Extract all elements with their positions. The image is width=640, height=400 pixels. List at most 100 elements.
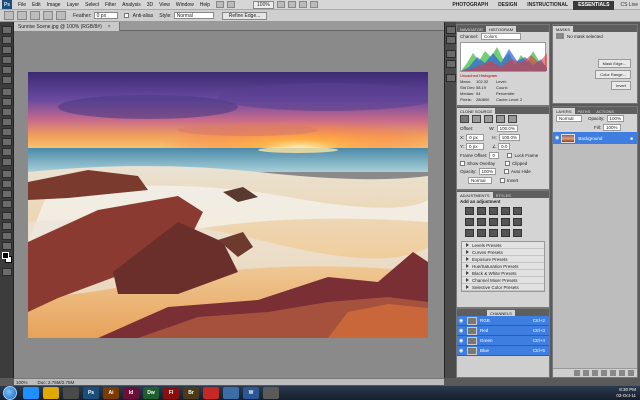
flash-icon[interactable]: Fl: [163, 387, 179, 399]
layer-blend-select[interactable]: Normal: [556, 115, 582, 122]
path-selection-tool-icon[interactable]: [2, 190, 12, 198]
zoom-tool-icon[interactable]: [287, 1, 296, 8]
workspace-design[interactable]: DESIGN: [493, 2, 522, 8]
lasso-tool-icon[interactable]: [2, 46, 12, 54]
clipped-checkbox[interactable]: [505, 161, 511, 166]
height-scale-input[interactable]: 100.0%: [498, 134, 521, 141]
menu-file[interactable]: File: [15, 2, 29, 8]
clock-date[interactable]: 03-Oct-11: [616, 393, 636, 399]
tab-channels[interactable]: CHANNELS: [487, 310, 515, 316]
add-selection-icon[interactable]: [30, 11, 40, 20]
hand-tool-icon[interactable]: [2, 232, 12, 240]
minibridge-icon[interactable]: [227, 1, 236, 8]
tab-histogram[interactable]: HISTOGRAM: [485, 26, 517, 32]
channel-row-green[interactable]: ◉ Green Ctrl+4: [457, 336, 549, 346]
pen-tool-icon[interactable]: [2, 170, 12, 178]
app2-icon[interactable]: [263, 387, 279, 399]
photoshop-icon[interactable]: Ps: [83, 387, 99, 399]
zoom-level-select[interactable]: 100%: [253, 0, 274, 9]
photoshop-logo-icon[interactable]: Ps: [2, 0, 12, 9]
marquee-tool-icon[interactable]: [2, 36, 12, 44]
tab-paths[interactable]: PATHS: [575, 108, 594, 114]
gradient-map-icon[interactable]: [501, 229, 510, 237]
preset-selective-color[interactable]: Selective Color Presets: [462, 284, 544, 291]
style-select[interactable]: Normal: [173, 12, 214, 19]
menu-edit[interactable]: Edit: [29, 2, 44, 8]
angle-input[interactable]: 0.0: [498, 143, 511, 150]
offset-y-input[interactable]: 0 px: [466, 143, 485, 150]
paragraph-panel-icon[interactable]: [446, 60, 456, 68]
selective-color-icon[interactable]: [513, 229, 522, 237]
overlay-opacity-input[interactable]: 100%: [478, 168, 497, 175]
hand-tool-icon[interactable]: [276, 1, 285, 8]
tab-masks[interactable]: MASKS: [553, 26, 574, 32]
invert-adjust-icon[interactable]: [465, 229, 474, 237]
preset-black-white[interactable]: Black & White Presets: [462, 270, 544, 277]
menu-help[interactable]: Help: [197, 2, 213, 8]
curves-icon[interactable]: [489, 207, 498, 215]
illustrator-icon[interactable]: Ai: [103, 387, 119, 399]
channel-select[interactable]: Colors: [481, 33, 522, 40]
eraser-tool-icon[interactable]: [2, 128, 12, 136]
history-panel-icon[interactable]: [446, 26, 456, 34]
delete-layer-icon[interactable]: [628, 370, 634, 376]
app-icon[interactable]: [223, 387, 239, 399]
type-tool-icon[interactable]: [2, 180, 12, 188]
preset-channel-mixer[interactable]: Channel Mixer Presets: [462, 277, 544, 284]
eye-icon[interactable]: ◉: [555, 135, 559, 141]
eye-icon[interactable]: ◉: [459, 348, 465, 354]
bridge-icon[interactable]: Br: [183, 387, 199, 399]
clone-source-4-icon[interactable]: [496, 115, 505, 123]
workspace-instructional[interactable]: INSTRUCTIONAL: [522, 2, 573, 8]
channel-row-blue[interactable]: ◉ Blue Ctrl+5: [457, 346, 549, 356]
invert-checkbox[interactable]: [500, 178, 505, 183]
exposure-icon[interactable]: [501, 207, 510, 215]
document-tab[interactable]: Sunrise Scene.jpg @ 100% (RGB/8#) ×: [14, 22, 120, 31]
menu-3d[interactable]: 3D: [144, 2, 156, 8]
channel-row-red[interactable]: ◉ Red Ctrl+3: [457, 326, 549, 336]
media-icon[interactable]: [63, 387, 79, 399]
word-icon[interactable]: W: [243, 387, 259, 399]
shape-tool-icon[interactable]: [2, 200, 12, 208]
eye-icon[interactable]: ◉: [459, 328, 465, 334]
status-zoom[interactable]: 100%: [16, 380, 28, 385]
brush-panel-icon[interactable]: [446, 36, 456, 44]
mask-edge-button[interactable]: Mask Edge...: [597, 59, 631, 68]
feather-input[interactable]: 0 px: [93, 12, 118, 19]
move-tool-icon[interactable]: [2, 26, 12, 34]
quick-mask-icon[interactable]: [2, 268, 12, 276]
channel-row-rgb[interactable]: ◉ RGB Ctrl+2: [457, 316, 549, 326]
start-button-icon[interactable]: [3, 386, 17, 400]
intersect-selection-icon[interactable]: [56, 11, 66, 20]
zoom-tool-icon[interactable]: [2, 242, 12, 250]
screen-mode-icon[interactable]: [309, 1, 318, 8]
clone-source-3-icon[interactable]: [484, 115, 493, 123]
marquee-tool-icon[interactable]: [4, 11, 14, 20]
show-overlay-checkbox[interactable]: [460, 161, 465, 166]
width-scale-input[interactable]: 100.0%: [496, 125, 518, 132]
3d-orbit-tool-icon[interactable]: [2, 222, 12, 230]
dreamweaver-icon[interactable]: Dw: [143, 387, 159, 399]
layer-opacity-input[interactable]: 100%: [606, 115, 625, 122]
acrobat-icon[interactable]: [203, 387, 219, 399]
arrange-documents-icon[interactable]: [298, 1, 307, 8]
refine-edge-button[interactable]: Refine Edge...: [221, 11, 268, 20]
offset-x-input[interactable]: 0 px: [466, 134, 485, 141]
indesign-icon[interactable]: Id: [123, 387, 139, 399]
3d-rotate-tool-icon[interactable]: [2, 212, 12, 220]
subtract-selection-icon[interactable]: [43, 11, 53, 20]
fx-icon[interactable]: [583, 370, 589, 376]
preset-levels[interactable]: Levels Presets: [462, 242, 544, 249]
invert-button[interactable]: Invert: [610, 81, 631, 90]
vibrance-icon[interactable]: [513, 207, 522, 215]
hue-saturation-icon[interactable]: [465, 218, 474, 226]
tab-adjustments[interactable]: ADJUSTMENTS: [457, 192, 493, 198]
canvas-image[interactable]: [28, 72, 428, 338]
clone-source-5-icon[interactable]: [508, 115, 517, 123]
workspace-essentials[interactable]: ESSENTIALS: [573, 0, 615, 10]
new-layer-icon[interactable]: [619, 370, 625, 376]
ie-icon[interactable]: [23, 387, 39, 399]
clone-stamp-tool-icon[interactable]: [2, 108, 12, 116]
blur-tool-icon[interactable]: [2, 148, 12, 156]
threshold-icon[interactable]: [489, 229, 498, 237]
